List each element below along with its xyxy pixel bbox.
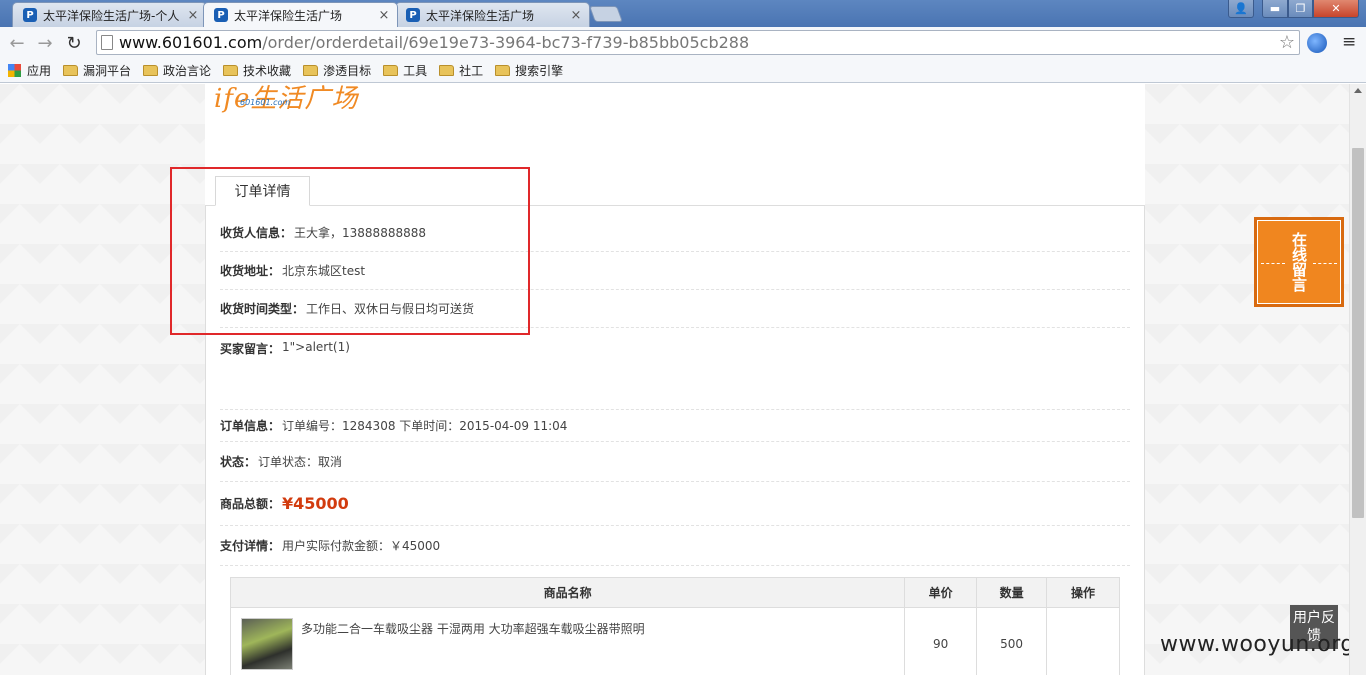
- folder-icon: [223, 64, 239, 76]
- dash-decoration: [1261, 263, 1285, 264]
- browser-tab-3[interactable]: P 太平洋保险生活广场 ×: [395, 2, 590, 27]
- site-favicon-icon: P: [23, 8, 37, 22]
- browser-tab-1[interactable]: P 太平洋保险生活广场-个人 ×: [12, 2, 207, 27]
- maximize-icon[interactable]: ❐: [1288, 0, 1313, 18]
- online-message-label: 在线留言: [1290, 232, 1308, 292]
- payment-label: 支付详情：: [220, 539, 281, 553]
- col-quantity: 数量: [976, 577, 1048, 608]
- buyer-message-row: 买家留言： 1">alert(1): [220, 328, 1130, 410]
- bookmark-label: 搜索引擎: [515, 63, 564, 78]
- table-header-row: 商品名称 单价 数量 操作: [229, 577, 1120, 608]
- bookmark-apps[interactable]: 应用: [8, 62, 51, 79]
- url-host: www.601601.com: [119, 33, 263, 52]
- payment-value: 用户实际付款金额：￥45000: [282, 539, 441, 553]
- reload-icon[interactable]: ↻: [63, 32, 85, 54]
- scrollbar-thumb[interactable]: [1352, 148, 1364, 518]
- site-favicon-icon: P: [214, 8, 228, 22]
- bookmark-folder[interactable]: 技术收藏: [223, 62, 291, 79]
- total-row: 商品总额： ¥45000: [220, 482, 1130, 526]
- chrome-menu-icon[interactable]: ≡: [1342, 33, 1358, 51]
- highlight-annotation-box: [170, 167, 530, 335]
- unit-price-cell: 90: [904, 607, 978, 675]
- product-table: 商品名称 单价 数量 操作 多功能二合一车载吸尘器 干湿两用 大功率超强车载吸尘…: [229, 577, 1120, 675]
- user-profile-icon[interactable]: 👤: [1228, 0, 1254, 18]
- bookmark-folder[interactable]: 社工: [439, 62, 483, 79]
- tab-title: 太平洋保险生活广场: [234, 8, 343, 23]
- folder-icon: [63, 64, 79, 76]
- extension-globe-icon[interactable]: [1307, 33, 1327, 53]
- folder-icon: [383, 64, 399, 76]
- back-icon[interactable]: ←: [6, 32, 28, 54]
- online-message-button[interactable]: 在线留言: [1254, 217, 1344, 307]
- bookmark-label: 漏洞平台: [83, 63, 132, 78]
- total-amount: ¥45000: [282, 494, 349, 513]
- status-label: 状态：: [220, 455, 257, 469]
- order-info-value: 订单编号：1284308 下单时间：2015-04-09 11:04: [282, 419, 568, 433]
- bookmark-folder[interactable]: 工具: [383, 62, 427, 79]
- bookmark-label: 政治言论: [163, 63, 212, 78]
- tab-strip: P 太平洋保险生活广场-个人 × P 太平洋保险生活广场 × P 太平洋保险生活…: [0, 0, 1366, 27]
- bookmark-label: 社工: [459, 63, 484, 78]
- quantity-cell: 500: [976, 607, 1048, 675]
- bookmarks-bar: 应用 漏洞平台 政治言论 技术收藏 渗透目标 工具 社工 搜索引擎: [0, 58, 1366, 83]
- table-row: 多功能二合一车载吸尘器 干湿两用 大功率超强车载吸尘器带照明 90 500: [229, 607, 1120, 675]
- product-cell: 多功能二合一车载吸尘器 干湿两用 大功率超强车载吸尘器带照明: [229, 607, 906, 675]
- total-label: 商品总额：: [220, 497, 281, 511]
- product-thumbnail[interactable]: [241, 618, 293, 670]
- status-value: 订单状态：取消: [258, 455, 343, 469]
- folder-icon: [143, 64, 159, 76]
- bookmark-folder[interactable]: 渗透目标: [303, 62, 371, 79]
- new-tab-button[interactable]: [589, 6, 623, 22]
- folder-icon: [495, 64, 511, 76]
- bookmark-label: 技术收藏: [243, 63, 292, 78]
- address-bar[interactable]: www.601601.com/order/orderdetail/69e19e7…: [96, 30, 1300, 55]
- logo-domain: 601601.com: [240, 98, 291, 107]
- order-info-row: 订单信息： 订单编号：1284308 下单时间：2015-04-09 11:04: [220, 410, 1130, 442]
- bookmark-folder[interactable]: 搜索引擎: [495, 62, 563, 79]
- forward-icon[interactable]: →: [34, 32, 56, 54]
- tab-title: 太平洋保险生活广场-个人: [43, 8, 180, 23]
- buyer-message-label: 买家留言：: [220, 342, 281, 356]
- window-close-icon[interactable]: ✕: [1313, 0, 1359, 18]
- bookmark-folder[interactable]: 政治言论: [143, 62, 211, 79]
- minimize-icon[interactable]: ▬: [1262, 0, 1288, 18]
- dash-decoration: [1313, 263, 1337, 264]
- payment-row: 支付详情： 用户实际付款金额：￥45000: [220, 526, 1130, 566]
- scroll-up-arrow-icon[interactable]: [1354, 88, 1362, 93]
- bookmark-label: 渗透目标: [323, 63, 372, 78]
- folder-icon: [303, 64, 319, 76]
- tab-title: 太平洋保险生活广场: [426, 8, 535, 23]
- buyer-message-value: 1">alert(1): [282, 340, 350, 354]
- browser-tab-2[interactable]: P 太平洋保险生活广场 ×: [203, 2, 398, 27]
- col-unit-price: 单价: [904, 577, 978, 608]
- watermark-text: www.wooyun.org: [1160, 632, 1349, 657]
- bookmark-label: 工具: [403, 63, 428, 78]
- col-action: 操作: [1046, 577, 1120, 608]
- site-logo[interactable]: ife生活广场 601601.com: [214, 84, 358, 114]
- vertical-scrollbar[interactable]: [1349, 84, 1366, 675]
- apps-grid-icon: [8, 63, 21, 77]
- status-row: 状态： 订单状态：取消: [220, 442, 1130, 482]
- order-info-label: 订单信息：: [220, 419, 281, 433]
- bookmark-folder[interactable]: 漏洞平台: [63, 62, 131, 79]
- site-favicon-icon: P: [406, 8, 420, 22]
- url-path: /order/orderdetail/69e19e73-3964-bc73-f7…: [262, 33, 750, 52]
- action-cell: [1046, 607, 1120, 675]
- tab-close-icon[interactable]: ×: [186, 8, 200, 23]
- page-viewport: ife生活广场 601601.com 订单详情 收货人信息： 王大拿，13888…: [0, 84, 1349, 675]
- col-product-name: 商品名称: [229, 577, 906, 608]
- page-icon: [101, 35, 113, 50]
- product-name-link[interactable]: 多功能二合一车载吸尘器 干湿两用 大功率超强车载吸尘器带照明: [241, 618, 894, 637]
- folder-icon: [439, 64, 455, 76]
- bookmark-star-icon[interactable]: ☆: [1279, 32, 1295, 53]
- tab-close-icon[interactable]: ×: [377, 8, 391, 23]
- bookmark-label: 应用: [27, 63, 52, 78]
- tab-close-icon[interactable]: ×: [569, 8, 583, 23]
- browser-toolbar: ← → ↻ www.601601.com/order/orderdetail/6…: [0, 27, 1366, 58]
